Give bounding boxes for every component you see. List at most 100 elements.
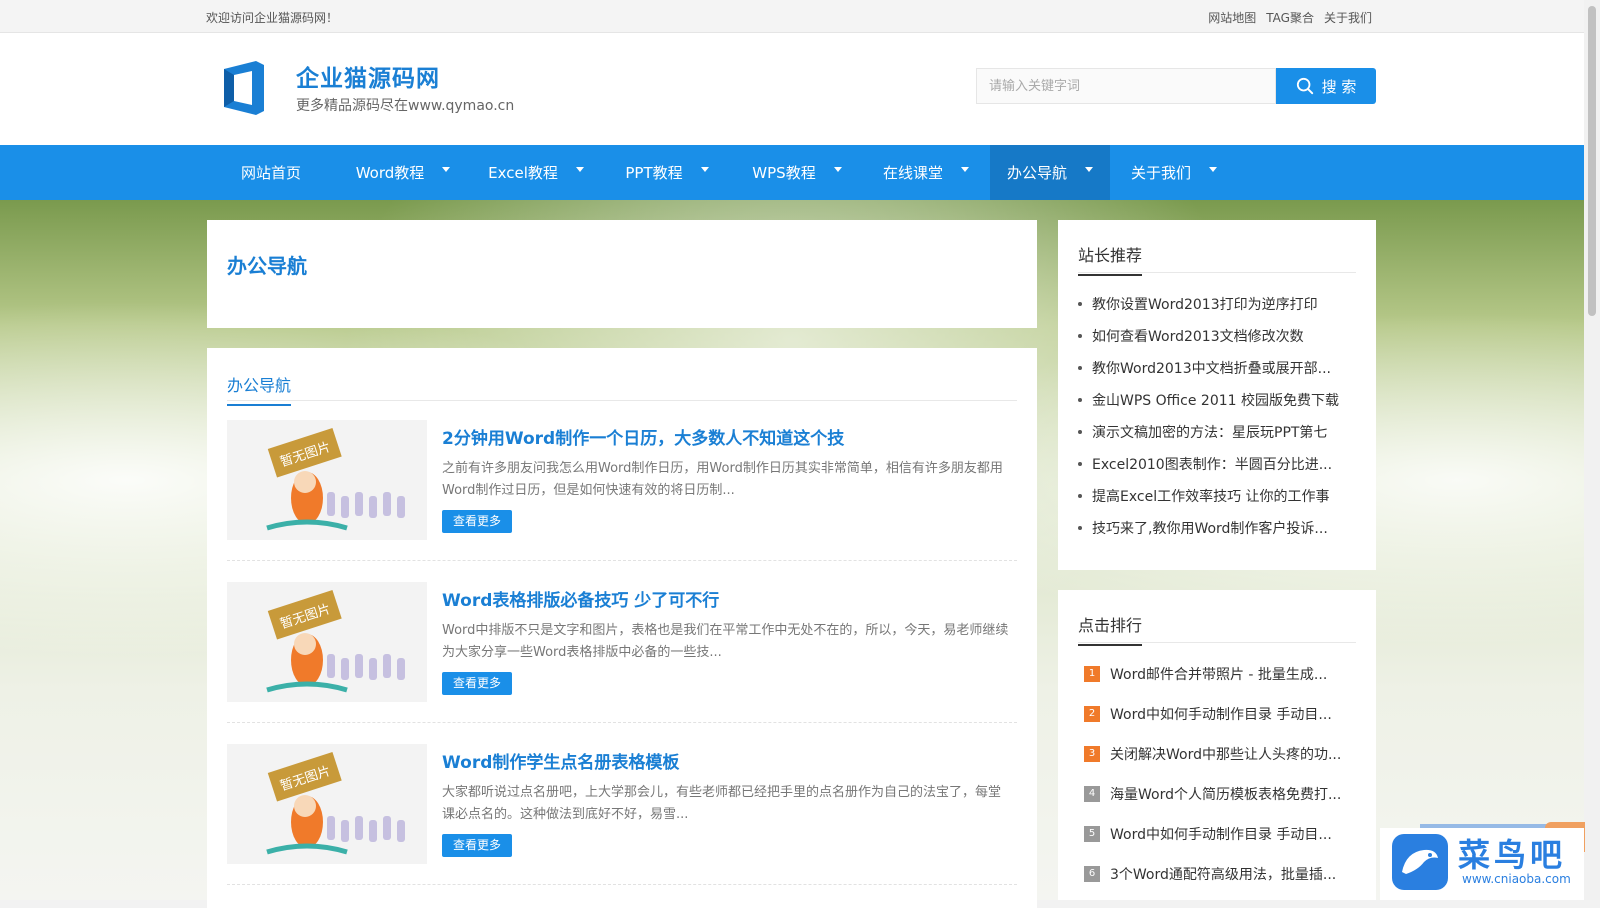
recommend-list: 教你设置Word2013打印为逆序打印 如何查看Word2013文档修改次数 教… (1078, 288, 1358, 544)
ranking-item-text: 关闭解决Word中那些让人头疼的功... (1110, 747, 1342, 763)
site-tagline: 更多精品源码尽在www.qymao.cn (296, 98, 515, 114)
bullet-icon (1078, 526, 1082, 530)
rank-badge: 3 (1084, 746, 1100, 762)
recommend-item[interactable]: 提高Excel工作效率技巧 让你的工作事 (1078, 480, 1358, 512)
site-name[interactable]: 企业猫源码网 (296, 59, 440, 93)
article-desc: Word中排版不只是文字和图片，表格也是我们在平常工作中无处不在的，所以，今天，… (442, 623, 1009, 660)
nav-item-office-nav[interactable]: 办公导航 (990, 145, 1110, 200)
bullet-icon (1078, 494, 1082, 498)
recommend-item[interactable]: 教你设置Word2013打印为逆序打印 (1078, 288, 1358, 320)
recommend-item-text: 技巧来了,教你用Word制作客户投诉... (1092, 521, 1328, 537)
article-thumbnail[interactable]: 暂无图片 (227, 744, 427, 864)
article-desc: 大家都听说过点名册吧，上大学那会儿，有些老师都已经把手里的点名册作为自己的法宝了… (442, 785, 1002, 822)
nav-item-label: PPT教程 (625, 164, 683, 182)
recommend-item-text: Excel2010图表制作：半圆百分比进... (1092, 457, 1333, 473)
recommend-panel: 站长推荐 教你设置Word2013打印为逆序打印 如何查看Word2013文档修… (1058, 220, 1376, 570)
no-image-placeholder-icon: 暂无图片 (227, 582, 427, 702)
search-button-label: 搜 索 (1321, 77, 1357, 96)
ranking-item[interactable]: 3 关闭解决Word中那些让人头疼的功... (1078, 734, 1358, 774)
main-nav: 网站首页 Word教程 Excel教程 PPT教程 WPS教程 在线课堂 办公导… (0, 145, 1584, 200)
bird-logo-icon (1392, 834, 1448, 890)
recommend-item[interactable]: 如何查看Word2013文档修改次数 (1078, 320, 1358, 352)
nav-item-online-class[interactable]: 在线课堂 (862, 145, 990, 200)
nav-item-home[interactable]: 网站首页 (206, 145, 336, 200)
sitemap-link[interactable]: 网站地图 (1208, 9, 1256, 26)
ranking-item[interactable]: 2 Word中如何手动制作目录 手动目... (1078, 694, 1358, 734)
page-title: 办公导航 (227, 254, 307, 278)
ranking-item[interactable]: 5 Word中如何手动制作目录 手动目... (1078, 814, 1358, 854)
caret-down-icon (1209, 167, 1217, 172)
read-more-button[interactable]: 查看更多 (442, 834, 512, 857)
about-link[interactable]: 关于我们 (1324, 9, 1372, 26)
nav-item-excel[interactable]: Excel教程 (470, 145, 602, 200)
ranking-item-text: Word邮件合并带照片 - 批量生成... (1110, 667, 1328, 683)
read-more-button[interactable]: 查看更多 (442, 510, 512, 533)
recommend-item-text: 演示文稿加密的方法：星辰玩PPT第七 (1092, 425, 1328, 441)
bullet-icon (1078, 430, 1082, 434)
ranking-item[interactable]: 4 海量Word个人简历模板表格免费打... (1078, 774, 1358, 814)
search-icon (1296, 77, 1313, 95)
top-bar: 欢迎访问企业猫源码网！ 网站地图 TAG聚合 关于我们 (0, 0, 1584, 33)
caret-down-icon (961, 167, 969, 172)
bullet-icon (1078, 398, 1082, 402)
no-image-placeholder-icon: 暂无图片 (227, 420, 427, 540)
ranking-item-text: 3个Word通配符高级用法，批量插... (1110, 867, 1337, 883)
search-button[interactable]: 搜 索 (1276, 68, 1376, 104)
recommend-item[interactable]: 演示文稿加密的方法：星辰玩PPT第七 (1078, 416, 1358, 448)
logo-icon[interactable] (218, 59, 268, 117)
recommend-item[interactable]: Excel2010图表制作：半圆百分比进... (1078, 448, 1358, 480)
rank-badge: 6 (1084, 866, 1100, 882)
recommend-title: 站长推荐 (1078, 242, 1143, 276)
bullet-icon (1078, 366, 1082, 370)
caret-down-icon (700, 167, 709, 172)
rank-badge: 4 (1084, 786, 1100, 802)
article-title[interactable]: Word表格排版必备技巧 少了可不行 (442, 586, 719, 611)
rank-badge: 1 (1084, 666, 1100, 682)
caret-down-icon (575, 167, 584, 172)
site-header: 企业猫源码网 更多精品源码尽在www.qymao.cn 搜 索 (0, 33, 1584, 145)
recommend-item-text: 提高Excel工作效率技巧 让你的工作事 (1092, 489, 1330, 505)
recommend-item[interactable]: 金山WPS Office 2011 校园版免费下载 (1078, 384, 1358, 416)
nav-item-label: Excel教程 (488, 164, 558, 182)
ranking-item-text: Word中如何手动制作目录 手动目... (1110, 707, 1332, 723)
tag-link[interactable]: TAG聚合 (1266, 9, 1314, 26)
article-title[interactable]: Word制作学生点名册表格模板 (442, 748, 679, 773)
ranking-panel: 点击排行 1 Word邮件合并带照片 - 批量生成... 2 Word中如何手动制作… (1058, 590, 1376, 900)
watermark-title: 菜鸟吧 (1458, 836, 1567, 874)
ranking-item[interactable]: 1 Word邮件合并带照片 - 批量生成... (1078, 654, 1358, 694)
welcome-text: 欢迎访问企业猫源码网！ (206, 11, 339, 25)
no-image-placeholder-icon: 暂无图片 (227, 744, 427, 864)
nav-item-wps[interactable]: WPS教程 (732, 145, 862, 200)
caret-down-icon (442, 167, 451, 172)
ranking-item-text: 海量Word个人简历模板表格免费打... (1110, 787, 1342, 803)
caret-down-icon (833, 167, 842, 172)
ranking-title: 点击排行 (1078, 612, 1143, 646)
article-thumbnail[interactable]: 暂无图片 (227, 582, 427, 702)
nav-item-word[interactable]: Word教程 (336, 145, 470, 200)
divider (227, 400, 1017, 401)
page-title-panel: 办公导航 (207, 220, 1037, 328)
nav-item-label: WPS教程 (752, 164, 816, 182)
divider (1078, 642, 1356, 643)
scrollbar-thumb[interactable] (1588, 6, 1596, 316)
nav-item-label: 网站首页 (240, 164, 301, 182)
list-item: 暂无图片 2分钟用Word制作一个日历，大多数人不知道这个技 之前有许多朋友问我… (227, 420, 1017, 561)
article-thumbnail[interactable]: 暂无图片 (227, 420, 427, 540)
ranking-list: 1 Word邮件合并带照片 - 批量生成... 2 Word中如何手动制作目录 手动… (1078, 654, 1358, 894)
nav-item-ppt[interactable]: PPT教程 (602, 145, 732, 200)
recommend-item-text: 教你Word2013中文档折叠或展开部... (1092, 361, 1331, 377)
read-more-button[interactable]: 查看更多 (442, 672, 512, 695)
bullet-icon (1078, 334, 1082, 338)
scrollbar[interactable] (1584, 0, 1600, 900)
article-title[interactable]: 2分钟用Word制作一个日历，大多数人不知道这个技 (442, 424, 844, 449)
recommend-item[interactable]: 教你Word2013中文档折叠或展开部... (1078, 352, 1358, 384)
recommend-item[interactable]: 技巧来了,教你用Word制作客户投诉... (1078, 512, 1358, 544)
nav-item-label: Word教程 (355, 164, 425, 182)
ranking-item[interactable]: 6 3个Word通配符高级用法，批量插... (1078, 854, 1358, 894)
search-input[interactable] (976, 68, 1276, 104)
divider (1078, 272, 1356, 273)
recommend-item-text: 金山WPS Office 2011 校园版免费下载 (1092, 393, 1340, 409)
nav-item-about[interactable]: 关于我们 (1110, 145, 1238, 200)
ranking-item-text: Word中如何手动制作目录 手动目... (1110, 827, 1332, 843)
nav-item-label: 办公导航 (1006, 164, 1067, 182)
